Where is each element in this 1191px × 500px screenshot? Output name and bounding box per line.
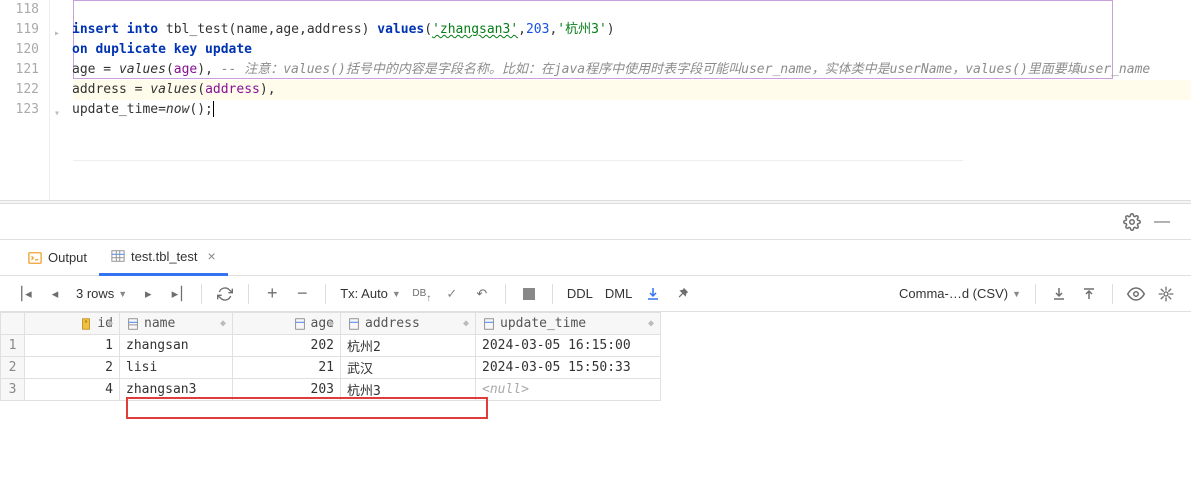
sql-editor[interactable]: 118 119 120 121 122 123 ▸insert into tbl… [0, 0, 1191, 200]
cell[interactable]: zhangsan [120, 335, 233, 357]
sort-icon: ◆ [463, 318, 469, 329]
next-page-button[interactable]: ▸ [135, 281, 161, 307]
column-icon [347, 317, 361, 331]
cell[interactable]: 2 [25, 357, 120, 379]
caret [213, 101, 214, 117]
table-row[interactable]: 3 4 zhangsan3 203 杭州3 <null> [1, 379, 661, 401]
column-header-update-time[interactable]: update_time ◆ [476, 313, 661, 335]
console-icon [28, 251, 42, 265]
line-number: 118 [0, 0, 39, 20]
cell[interactable]: lisi [120, 357, 233, 379]
import-button[interactable] [640, 281, 666, 307]
column-header-id[interactable]: id ◆ [25, 313, 120, 335]
row-number: 1 [1, 335, 25, 357]
column-header-name[interactable]: name ◆ [120, 313, 233, 335]
refresh-button[interactable] [212, 281, 238, 307]
column-icon [293, 317, 307, 331]
dml-button[interactable]: DML [601, 286, 636, 301]
cell[interactable]: 203 [233, 379, 341, 401]
cell[interactable]: 202 [233, 335, 341, 357]
row-number: 2 [1, 357, 25, 379]
remove-row-button[interactable]: − [289, 281, 315, 307]
commit-button[interactable]: ✓ [439, 281, 465, 307]
sort-icon: ◆ [648, 318, 654, 329]
tx-mode[interactable]: Tx: Auto▼ [336, 286, 405, 301]
cell[interactable]: 2024-03-05 16:15:00 [476, 335, 661, 357]
fold-icon[interactable]: ▾ [54, 104, 66, 116]
result-grid[interactable]: id ◆ name ◆ age ◆ [0, 312, 1191, 401]
stop-button[interactable] [516, 281, 542, 307]
settings-button[interactable] [1153, 281, 1179, 307]
ddl-button[interactable]: DDL [563, 286, 597, 301]
column-icon [482, 317, 496, 331]
cell[interactable]: 杭州3 [341, 379, 476, 401]
first-page-button[interactable]: ⎮◂ [12, 281, 38, 307]
table-row[interactable]: 1 1 zhangsan 202 杭州2 2024-03-05 16:15:00 [1, 335, 661, 357]
chevron-down-icon: ▼ [1012, 289, 1021, 299]
row-number: 3 [1, 379, 25, 401]
chevron-down-icon: ▼ [118, 289, 127, 299]
cell[interactable]: <null> [476, 379, 661, 401]
result-tabs: Output test.tbl_test × [0, 240, 1191, 276]
db-button[interactable]: DB↑ [409, 281, 435, 307]
export-format[interactable]: Comma-…d (CSV)▼ [895, 286, 1025, 301]
column-header-address[interactable]: address ◆ [341, 313, 476, 335]
sort-icon: ◆ [328, 318, 334, 329]
fold-icon[interactable]: ▸ [54, 24, 66, 36]
row-count[interactable]: 3 rows▼ [72, 286, 131, 301]
chevron-down-icon: ▼ [392, 289, 401, 299]
table-icon [111, 249, 125, 263]
table-row[interactable]: 2 2 lisi 21 武汉 2024-03-05 15:50:33 [1, 357, 661, 379]
cell[interactable]: 4 [25, 379, 120, 401]
gear-icon[interactable] [1123, 213, 1141, 231]
cell[interactable]: 21 [233, 357, 341, 379]
prev-page-button[interactable]: ◂ [42, 281, 68, 307]
hide-icon[interactable]: — [1153, 213, 1171, 231]
line-number: 119 [0, 20, 39, 40]
tab-result-grid[interactable]: test.tbl_test × [99, 240, 228, 276]
cell[interactable]: 2024-03-05 15:50:33 [476, 357, 661, 379]
key-icon [79, 317, 93, 331]
tab-label: Output [48, 250, 87, 265]
pin-button[interactable] [670, 281, 696, 307]
cell[interactable]: 1 [25, 335, 120, 357]
line-number: 120 [0, 40, 39, 60]
line-number-gutter: 118 119 120 121 122 123 [0, 0, 50, 200]
line-number: 123 [0, 100, 39, 120]
tab-label: test.tbl_test [131, 249, 197, 264]
line-number: 122 [0, 80, 39, 100]
last-page-button[interactable]: ▸⎮ [165, 281, 191, 307]
sort-icon: ◆ [220, 318, 226, 329]
sort-icon: ◆ [107, 318, 113, 329]
code-text[interactable]: ▸insert into tbl_test(name,age,address) … [50, 0, 1191, 200]
download-button[interactable] [1046, 281, 1072, 307]
view-mode-button[interactable] [1123, 281, 1149, 307]
close-icon[interactable]: × [208, 248, 216, 264]
add-row-button[interactable]: + [259, 281, 285, 307]
corner-cell[interactable] [1, 313, 25, 335]
column-icon [126, 317, 140, 331]
cell[interactable]: zhangsan3 [120, 379, 233, 401]
result-toolbar: ⎮◂ ◂ 3 rows▼ ▸ ▸⎮ + − Tx: Auto▼ DB↑ ✓ ↶ … [0, 276, 1191, 312]
line-number: 121 [0, 60, 39, 80]
cell[interactable]: 杭州2 [341, 335, 476, 357]
tab-output[interactable]: Output [16, 240, 99, 276]
rollback-button[interactable]: ↶ [469, 281, 495, 307]
cell[interactable]: 武汉 [341, 357, 476, 379]
upload-button[interactable] [1076, 281, 1102, 307]
results-header: — [0, 204, 1191, 240]
column-header-age[interactable]: age ◆ [233, 313, 341, 335]
